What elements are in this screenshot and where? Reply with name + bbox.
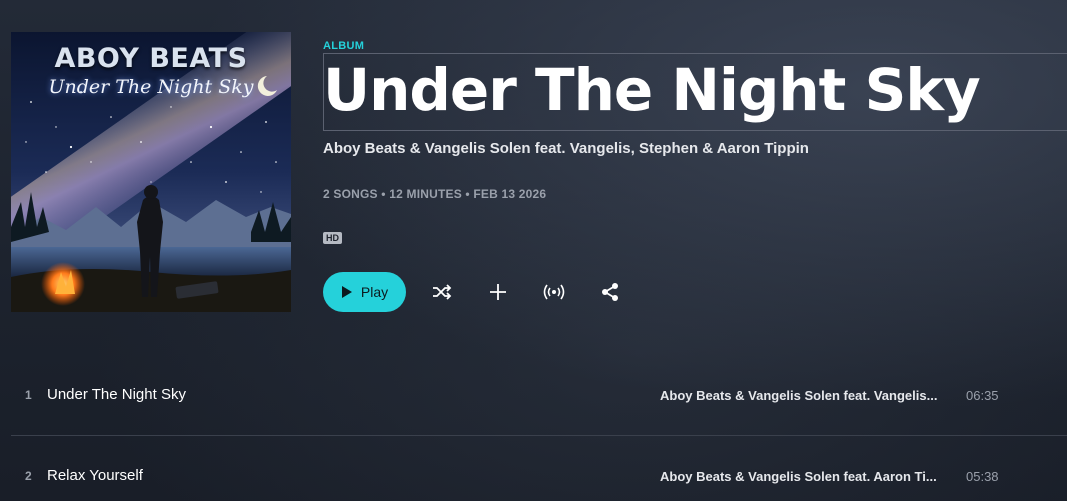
add-to-library-button[interactable] [486,280,510,304]
track-duration: 06:35 [966,388,999,403]
content-type-label: ALBUM [323,40,365,52]
track-row[interactable]: 1 Under The Night Sky Aboy Beats & Vange… [11,376,1067,416]
play-button[interactable]: Play [323,272,406,312]
track-artists[interactable]: Aboy Beats & Vangelis Solen feat. Aaron … [660,469,950,484]
track-duration: 05:38 [966,469,999,484]
album-meta: 2 SONGS • 12 MINUTES • FEB 13 2026 [323,187,547,201]
album-title: Under The Night Sky [323,56,981,124]
play-icon [341,286,352,298]
track-title[interactable]: Relax Yourself [47,467,143,484]
album-cover-art[interactable]: ABOY BEATS Under The Night Sky [11,32,291,312]
share-button[interactable] [598,280,622,304]
album-page: ABOY BEATS Under The Night Sky ALBUM Und… [0,0,1067,501]
hd-badge: HD [323,232,342,244]
cover-title-text: ABOY BEATS [54,43,248,74]
share-icon [602,283,618,301]
track-number: 1 [25,388,32,402]
play-button-label: Play [360,284,389,300]
cover-subtitle-text: Under The Night Sky [48,76,254,98]
album-artists[interactable]: Aboy Beats & Vangelis Solen feat. Vangel… [323,140,809,157]
track-artists[interactable]: Aboy Beats & Vangelis Solen feat. Vangel… [660,388,950,403]
track-row[interactable]: 2 Relax Yourself Aboy Beats & Vangelis S… [11,457,1067,497]
track-divider [11,435,1067,436]
broadcast-icon [543,284,565,300]
shuffle-icon [433,284,452,300]
cover-illustration [11,32,291,312]
track-number: 2 [25,469,32,483]
start-station-button[interactable] [542,280,566,304]
plus-icon [490,284,506,300]
shuffle-button[interactable] [430,280,454,304]
track-title[interactable]: Under The Night Sky [47,386,186,403]
